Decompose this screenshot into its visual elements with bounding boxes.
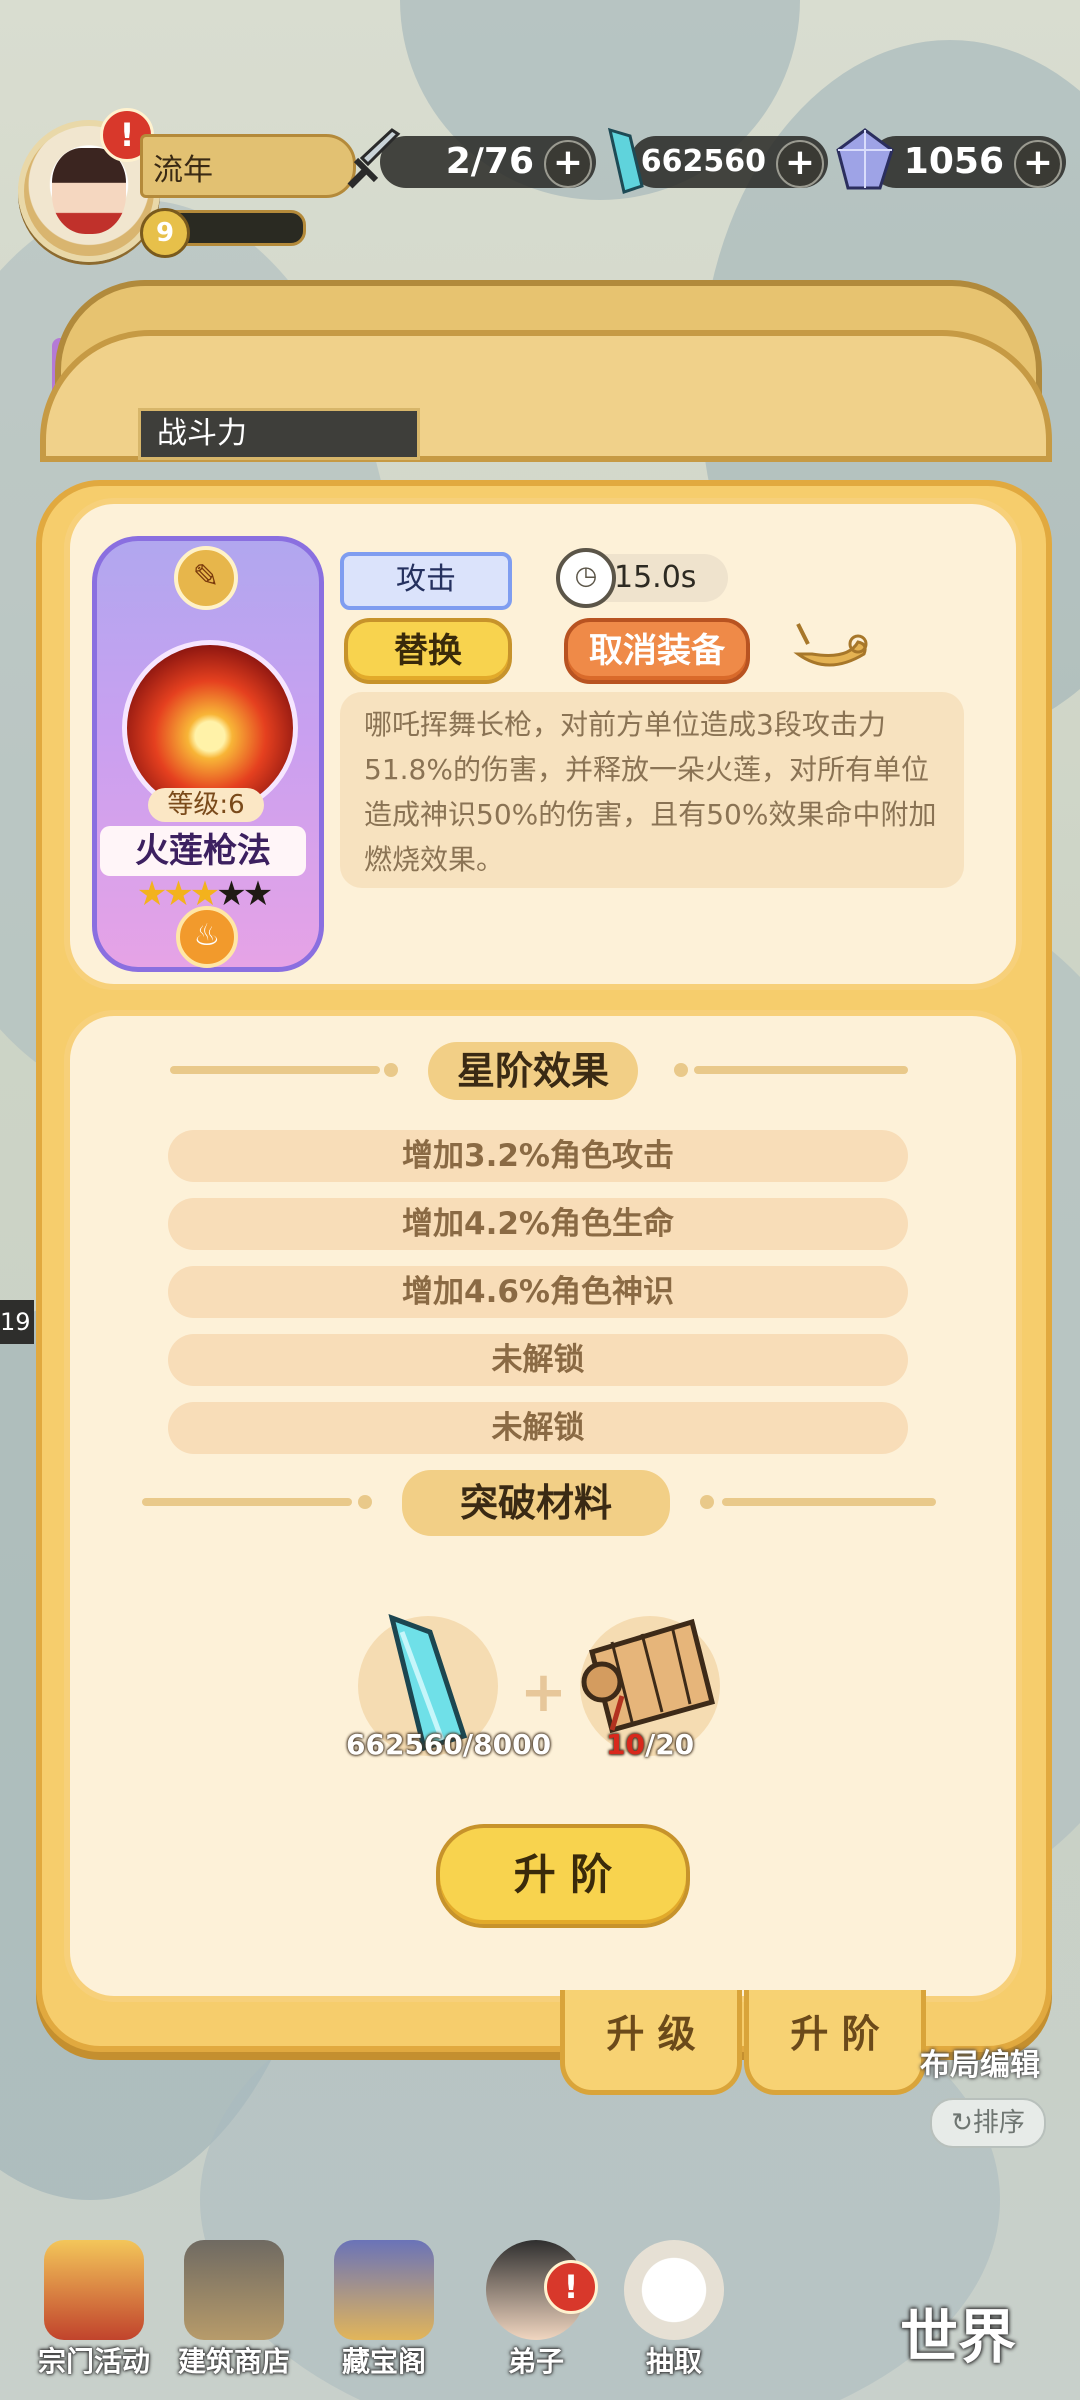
nav-draw[interactable]: 抽取 xyxy=(604,2240,744,2390)
nav-label: 抽取 xyxy=(645,2345,702,2378)
resource-gem: 1056 + xyxy=(836,128,1066,190)
divider xyxy=(722,1498,936,1506)
owl-icon xyxy=(624,2240,724,2340)
scroll-material-count: 10/20 xyxy=(606,1728,695,1761)
nav-building-shop[interactable]: 建筑商店 xyxy=(164,2240,304,2390)
star-empty-icon: ★ xyxy=(242,874,274,914)
divider-dot xyxy=(674,1063,688,1077)
tab-upgrade[interactable]: 升 级 xyxy=(560,1990,742,2095)
scroll-icon xyxy=(581,1618,716,1734)
divider xyxy=(170,1066,380,1074)
crystal-material-count: 662560/8000 xyxy=(346,1728,552,1761)
side-number: 19 xyxy=(0,1300,34,1344)
player-name: 流年 xyxy=(153,153,213,188)
player-name-plate: 流年 xyxy=(140,134,356,198)
skill-description: 哪吒挥舞长枪，对前方单位造成3段攻击力51.8%的伤害，并释放一朵火莲，对所有单… xyxy=(340,692,964,888)
skill-type-tag: 攻击 xyxy=(340,552,512,610)
unequip-button[interactable]: 取消装备 xyxy=(564,618,750,684)
resource-stamina: 2/76 + xyxy=(347,128,596,189)
shop-icon xyxy=(184,2240,284,2340)
tab-advance[interactable]: 升 阶 xyxy=(744,1990,926,2095)
fire-element-icon: ♨ xyxy=(176,906,238,968)
divider-dot xyxy=(384,1063,398,1077)
gem-value: 1056 xyxy=(903,141,1004,182)
sort-label: 排序 xyxy=(972,2108,1025,2138)
divider-dot xyxy=(358,1495,372,1509)
disciple-alert-icon: ! xyxy=(544,2260,598,2314)
nav-label: 宗门活动 xyxy=(37,2345,150,2378)
star-effects-title: 星阶效果 xyxy=(428,1042,638,1100)
lamp-icon[interactable] xyxy=(788,614,874,678)
advance-button[interactable]: 升 阶 xyxy=(436,1824,690,1928)
player-level-badge: 9 xyxy=(140,208,190,258)
skill-level: 等级:6 xyxy=(148,788,264,822)
clock-icon: ◷ xyxy=(556,548,616,608)
divider xyxy=(142,1498,352,1506)
world-button[interactable]: 世界 xyxy=(900,2290,1016,2374)
nav-label: 建筑商店 xyxy=(177,2345,290,2378)
star-filled-icon: ★ xyxy=(163,874,194,914)
layout-edit-label[interactable]: 布局编辑 xyxy=(920,2040,1040,2084)
star-effect-row: 增加3.2%角色攻击 xyxy=(168,1130,908,1182)
add-stamina-button[interactable]: + xyxy=(544,140,592,188)
star-filled-icon: ★ xyxy=(136,874,168,914)
cooldown-value: 15.0s xyxy=(614,560,697,595)
nav-disciple[interactable]: 弟子 xyxy=(466,2240,606,2390)
divider xyxy=(694,1066,908,1074)
materials-title: 突破材料 xyxy=(402,1470,670,1536)
star-effect-row: 未解锁 xyxy=(168,1402,908,1454)
sword-icon xyxy=(347,128,401,189)
divider-dot xyxy=(700,1495,714,1509)
treasure-icon xyxy=(334,2240,434,2340)
star-effect-row: 增加4.6%角色神识 xyxy=(168,1266,908,1318)
star-effect-row: 增加4.2%角色生命 xyxy=(168,1198,908,1250)
nav-label: 藏宝阁 xyxy=(341,2345,426,2378)
crystal-value: 662560 xyxy=(640,144,766,179)
add-gem-button[interactable]: + xyxy=(1014,140,1062,188)
replace-button[interactable]: 替换 xyxy=(344,618,512,684)
avatar-character xyxy=(52,148,126,234)
sort-button[interactable]: ↻排序 xyxy=(930,2098,1046,2148)
add-crystal-button[interactable]: + xyxy=(776,140,824,188)
stamina-value: 2/76 xyxy=(445,141,534,182)
gem-icon xyxy=(836,128,894,190)
nav-sect-activity[interactable]: 宗门活动 xyxy=(24,2240,164,2390)
pagoda-icon xyxy=(44,2240,144,2340)
combat-power-label: 战斗力 xyxy=(138,408,420,460)
resource-crystal: 662560 + xyxy=(607,127,828,194)
refresh-icon: ↻ xyxy=(951,2108,973,2138)
plus-sign: + xyxy=(520,1660,567,1725)
skill-name: 火莲枪法 xyxy=(100,826,306,876)
star-effect-row: 未解锁 xyxy=(168,1334,908,1386)
nav-treasure[interactable]: 藏宝阁 xyxy=(314,2240,454,2390)
nav-label: 弟子 xyxy=(507,2345,564,2378)
weapon-type-icon: ✎ xyxy=(174,546,238,610)
